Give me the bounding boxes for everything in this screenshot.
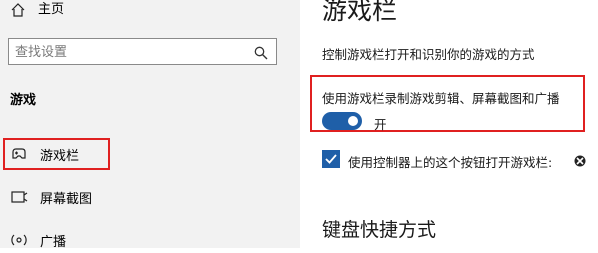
section-heading-keyboard-shortcuts: 键盘快捷方式 [322, 219, 437, 241]
sidebar-item-captures[interactable]: 屏幕截图 [10, 185, 92, 209]
page-subtitle: 控制游戏栏打开和识别你的游戏的方式 [322, 47, 535, 62]
checkmark-icon [325, 154, 337, 164]
sidebar-item-home[interactable]: 主页 [10, 0, 64, 20]
sidebar-item-label: 主页 [38, 2, 65, 17]
home-icon [10, 2, 26, 18]
toggle-state-label: 开 [374, 117, 387, 132]
sidebar-item-label: 屏幕截图 [40, 191, 93, 207]
page-title: 游戏栏 [322, 0, 398, 25]
record-toggle[interactable] [322, 112, 362, 130]
toggle-description: 使用游戏栏录制游戏剪辑、屏幕截图和广播 [322, 91, 560, 106]
controller-button-checkbox[interactable] [322, 150, 340, 168]
xbox-icon [574, 152, 586, 167]
highlight-box [3, 138, 110, 170]
section-heading-gaming: 游戏 [10, 93, 37, 108]
main-panel: 游戏栏 控制游戏栏打开和识别你的游戏的方式 使用游戏栏录制游戏剪辑、屏幕截图和广… [300, 0, 598, 248]
sidebar: 主页 游戏 游戏栏 屏幕截图 [0, 0, 300, 250]
search-box[interactable] [8, 38, 277, 65]
toggle-knob [348, 116, 358, 126]
search-input[interactable] [15, 43, 245, 61]
sidebar-item-label: 广播 [40, 234, 67, 250]
sidebar-item-broadcasting[interactable]: 广播 [10, 228, 66, 252]
capture-icon [10, 188, 28, 206]
search-icon[interactable] [254, 45, 268, 60]
checkbox-label: 使用控制器上的这个按钮打开游戏栏: [348, 155, 553, 170]
broadcast-icon [10, 231, 28, 249]
